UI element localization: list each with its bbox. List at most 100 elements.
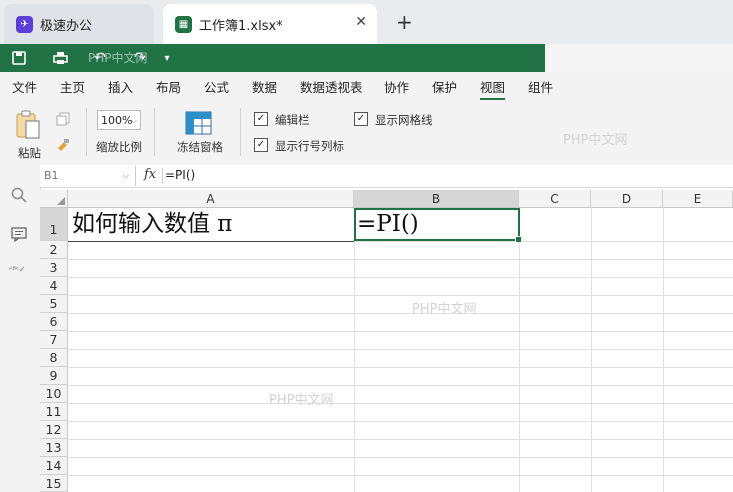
row-header[interactable]: 2 [40,241,68,259]
tab-label: 工作簿1.xlsx* [199,18,283,34]
formula-bar-checkbox[interactable]: ✓ [254,112,268,126]
chevron-down-icon[interactable]: ▾ [157,48,177,68]
menu-components[interactable]: 组件 [528,77,553,96]
menu-data[interactable]: 数据 [252,77,277,96]
rocket-icon: ✈ [16,15,33,33]
gridline [68,475,733,476]
row-header[interactable]: 7 [40,331,68,349]
paste-label: 粘贴 [18,146,41,160]
undo-icon[interactable]: ↶ [90,48,110,68]
copy-icon[interactable] [56,112,70,129]
fill-handle[interactable] [515,236,522,243]
col-header-E[interactable]: E [663,190,733,208]
col-header-D[interactable]: D [591,190,663,208]
row-header[interactable]: 10 [40,385,68,403]
gridline [68,241,354,242]
row-header[interactable]: 3 [40,259,68,277]
menu-pivot[interactable]: 数据透视表 [300,77,363,96]
menu-home[interactable]: 主页 [60,77,85,96]
gridline [68,349,733,350]
chevron-down-icon: ⌵ [122,171,129,180]
row-header[interactable]: 12 [40,421,68,439]
gridline [68,439,733,440]
new-tab-plus-icon[interactable]: + [396,10,413,34]
cell-B1-selection[interactable]: =PI() [354,208,522,243]
tab-home[interactable]: ✈ 极速办公 [4,4,154,44]
menu-protect[interactable]: 保护 [432,77,457,96]
cell-A1[interactable]: 如何输入数值 π [72,208,232,241]
gridline [68,331,733,332]
gridlines-label: 显示网格线 [375,113,433,127]
zoom-select[interactable]: 100% ⌵ [97,110,141,130]
watermark: PHP中文网 [563,133,628,148]
divider [162,168,163,184]
row-header[interactable]: 15 [40,475,68,492]
select-all-corner[interactable] [40,190,68,208]
row-header[interactable]: 8 [40,349,68,367]
quick-access-toolbar: PHP中文网 ↶ ↷ ▾ [0,44,545,72]
tab-bar: ✈ 极速办公 ▦ 工作簿1.xlsx* ✕ + [0,0,733,44]
chevron-down-icon: ⌵ [130,116,137,125]
row-header[interactable]: 1 [40,208,68,241]
col-header-A[interactable]: A [68,190,354,208]
tab-workbook[interactable]: ▦ 工作簿1.xlsx* ✕ [163,4,377,44]
freeze-label: 冻结窗格 [177,140,223,154]
gridline [68,403,733,404]
row-header[interactable]: 9 [40,367,68,385]
zoom-value: 100% [101,114,133,127]
left-side-panel: ᴬᴮᶜ✓ [0,165,41,492]
comment-icon[interactable] [11,227,27,245]
gridline [519,208,520,492]
gridline [663,208,664,492]
row-header[interactable]: 11 [40,403,68,421]
gridline [68,367,733,368]
spellcheck-icon[interactable]: ᴬᴮᶜ✓ [9,265,26,274]
menu-formula[interactable]: 公式 [204,77,229,96]
paste-icon[interactable] [14,110,42,143]
spreadsheet-icon: ▦ [175,15,192,33]
redo-icon[interactable]: ↷ [130,48,150,68]
menu-layout[interactable]: 布局 [156,77,181,96]
cell-B1: =PI() [357,211,419,237]
headings-label: 显示行号列标 [275,139,344,153]
col-header-B[interactable]: B [354,190,519,208]
ribbon-separator [86,108,87,156]
gridline [68,277,733,278]
save-icon[interactable] [9,48,29,68]
formula-bar: B1 ⌵ fx =PI() [40,165,733,188]
menu-view[interactable]: 视图 [480,77,506,100]
gridline [354,241,733,242]
gridline [68,259,733,260]
cell-reference-box[interactable]: B1 ⌵ [40,166,136,186]
row-header[interactable]: 14 [40,457,68,475]
print-icon[interactable] [50,48,70,68]
headings-checkbox[interactable]: ✓ [254,138,268,152]
gridline [68,457,733,458]
gridlines-checkbox[interactable]: ✓ [354,112,368,126]
row-header[interactable]: 4 [40,277,68,295]
spreadsheet-grid: A B C D E 1 2 3 4 5 6 7 8 9 10 11 12 13 … [40,190,733,492]
gridline [68,295,733,296]
fx-icon[interactable]: fx [144,167,156,182]
menu-file[interactable]: 文件 [12,77,37,96]
freeze-panes-icon[interactable] [185,111,212,138]
formula-bar-label: 编辑栏 [275,113,310,127]
row-header[interactable]: 5 [40,295,68,313]
gridline [68,385,733,386]
formula-input[interactable]: =PI() [165,168,195,182]
corner-triangle-icon [57,197,65,205]
gridline [68,421,733,422]
gridline [354,208,355,492]
close-icon[interactable]: ✕ [355,14,367,30]
search-icon[interactable] [11,187,27,207]
ribbon-separator [154,108,155,156]
col-header-C[interactable]: C [519,190,591,208]
row-header[interactable]: 6 [40,313,68,331]
zoom-label: 缩放比例 [96,140,142,154]
tab-label: 极速办公 [40,18,93,34]
row-header[interactable]: 13 [40,439,68,457]
watermark: PHP中文网 [269,393,334,408]
format-painter-icon[interactable] [56,138,70,155]
menu-collab[interactable]: 协作 [384,77,409,96]
menu-insert[interactable]: 插入 [108,77,133,96]
